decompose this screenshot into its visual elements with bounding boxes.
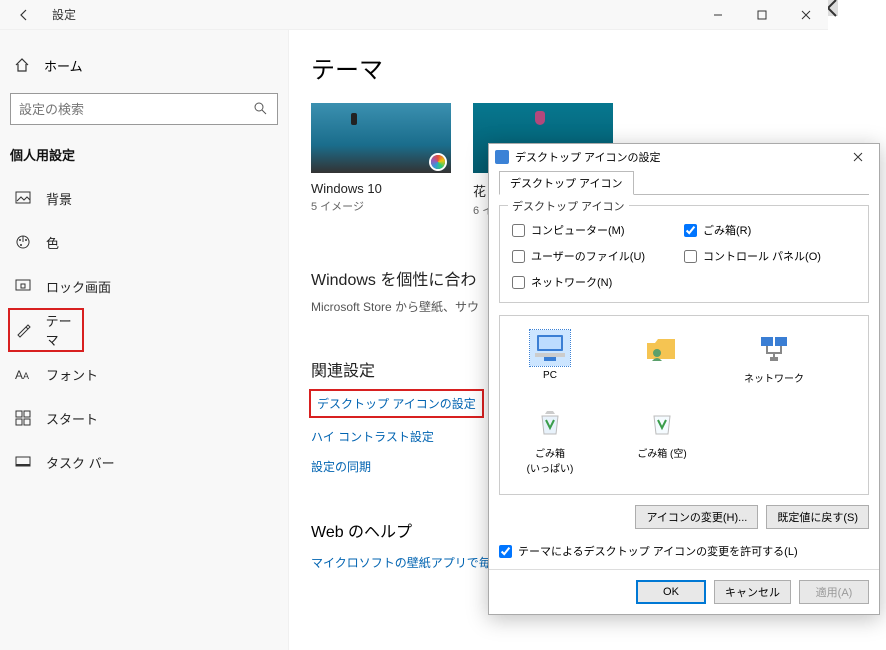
home-button[interactable]: ホーム: [0, 45, 288, 85]
checkbox-network[interactable]: ネットワーク(N): [512, 274, 684, 290]
nav-label: フォント: [46, 365, 98, 384]
svg-text:A: A: [15, 368, 23, 381]
start-icon: [14, 409, 32, 427]
sidebar-item-background[interactable]: 背景: [0, 176, 288, 220]
lockscreen-icon: [14, 277, 32, 295]
pc-icon: [530, 330, 570, 366]
icon-preview-recycle-full[interactable]: ごみ箱 (いっぱい): [514, 405, 586, 475]
icon-preview-user[interactable]: [626, 330, 698, 385]
checkbox-input[interactable]: [512, 250, 525, 263]
nav-label: テーマ: [46, 311, 84, 349]
search-box[interactable]: [10, 93, 278, 125]
sidebar-item-fonts[interactable]: AA フォント: [0, 352, 288, 396]
svg-text:A: A: [23, 371, 29, 381]
ok-button[interactable]: OK: [636, 580, 706, 604]
recycle-empty-icon: [642, 405, 682, 441]
link-sync-settings[interactable]: 設定の同期: [311, 458, 371, 475]
icon-preview-pc[interactable]: PC: [514, 330, 586, 385]
icon-label: ごみ箱 (いっぱい): [527, 445, 574, 475]
link-desktop-icon-settings[interactable]: デスクトップ アイコンの設定: [311, 391, 482, 416]
restore-defaults-button[interactable]: 既定値に戻す(S): [766, 505, 869, 529]
network-icon: [754, 330, 794, 366]
page-title: テーマ: [311, 50, 828, 85]
checkbox-input[interactable]: [512, 224, 525, 237]
checkbox-label: ごみ箱(R): [703, 222, 751, 238]
taskbar-icon: [14, 453, 32, 471]
change-icon-button[interactable]: アイコンの変更(H)...: [635, 505, 758, 529]
sidebar-item-lockscreen[interactable]: ロック画面: [0, 264, 288, 308]
nav-label: スタート: [46, 409, 98, 428]
dialog-icon: [495, 150, 509, 164]
checkbox-input[interactable]: [684, 224, 697, 237]
icon-preview-recycle-empty[interactable]: ごみ箱 (空): [626, 405, 698, 475]
titlebar: 設定: [0, 0, 828, 30]
nav-label: タスク バー: [46, 453, 115, 472]
checkbox-input[interactable]: [512, 276, 525, 289]
home-label: ホーム: [44, 56, 83, 75]
nav-label: ロック画面: [46, 277, 111, 296]
theme-thumbnail: [311, 103, 451, 173]
icon-preview-grid: PC ネットワーク ごみ箱 (いっぱい) ごみ箱 (空): [499, 315, 869, 495]
icon-preview-network[interactable]: ネットワーク: [738, 330, 810, 385]
search-input[interactable]: [19, 102, 253, 117]
themes-icon: [14, 321, 32, 339]
dialog-tabs: デスクトップ アイコン: [499, 170, 869, 195]
colors-icon: [14, 233, 32, 251]
desktop-icons-group: デスクトップ アイコン コンピューター(M) ごみ箱(R) ユーザーのファイル(…: [499, 205, 869, 303]
category-label: 個人用設定: [0, 145, 288, 164]
sidebar-item-themes[interactable]: テーマ: [8, 308, 84, 352]
theme-card-windows10[interactable]: Windows 10 5 イメージ: [311, 103, 451, 218]
maximize-button[interactable]: [740, 0, 784, 30]
checkbox-label: ユーザーのファイル(U): [531, 248, 645, 264]
close-button[interactable]: [784, 0, 828, 30]
theme-name: Windows 10: [311, 181, 451, 196]
tab-desktop-icons[interactable]: デスクトップ アイコン: [499, 171, 634, 195]
allow-themes-label: テーマによるデスクトップ アイコンの変更を許可する(L): [518, 543, 798, 559]
group-label: デスクトップ アイコン: [508, 198, 629, 214]
fonts-icon: AA: [14, 365, 32, 383]
search-icon: [253, 101, 269, 117]
icon-label: ネットワーク: [744, 370, 804, 385]
sidebar-item-start[interactable]: スタート: [0, 396, 288, 440]
checkbox-control-panel[interactable]: コントロール パネル(O): [684, 248, 856, 264]
sidebar-item-colors[interactable]: 色: [0, 220, 288, 264]
apply-button[interactable]: 適用(A): [799, 580, 869, 604]
checkbox-recycle-bin[interactable]: ごみ箱(R): [684, 222, 856, 238]
checkbox-label: コントロール パネル(O): [703, 248, 821, 264]
window-title: 設定: [52, 6, 76, 23]
checkbox-label: コンピューター(M): [531, 222, 625, 238]
back-button[interactable]: [14, 5, 34, 25]
sidebar: ホーム 個人用設定 背景 色 ロック画面: [0, 30, 289, 650]
minimize-button[interactable]: [696, 0, 740, 30]
nav-label: 背景: [46, 189, 72, 208]
checkbox-user-files[interactable]: ユーザーのファイル(U): [512, 248, 684, 264]
home-icon: [14, 57, 30, 73]
link-ms-wallpaper[interactable]: マイクロソフトの壁紙アプリで毎日: [311, 554, 503, 571]
checkbox-computer[interactable]: コンピューター(M): [512, 222, 684, 238]
sidebar-item-taskbar[interactable]: タスク バー: [0, 440, 288, 484]
link-high-contrast[interactable]: ハイ コントラスト設定: [311, 428, 434, 445]
allow-themes-checkbox[interactable]: [499, 545, 512, 558]
icon-label: ごみ箱 (空): [637, 445, 686, 460]
icon-label: PC: [543, 370, 557, 381]
dialog-close-button[interactable]: [843, 146, 873, 168]
desktop-icon-settings-dialog: デスクトップ アイコンの設定 デスクトップ アイコン デスクトップ アイコン コ…: [488, 143, 880, 615]
user-folder-icon: [642, 330, 682, 366]
checkbox-input[interactable]: [684, 250, 697, 263]
recycle-full-icon: [530, 405, 570, 441]
dialog-titlebar: デスクトップ アイコンの設定: [489, 144, 879, 170]
cancel-button[interactable]: キャンセル: [714, 580, 791, 604]
background-icon: [14, 189, 32, 207]
checkbox-label: ネットワーク(N): [531, 274, 612, 290]
nav-label: 色: [46, 233, 59, 252]
theme-count: 5 イメージ: [311, 198, 451, 214]
dialog-title: デスクトップ アイコンの設定: [515, 149, 661, 165]
